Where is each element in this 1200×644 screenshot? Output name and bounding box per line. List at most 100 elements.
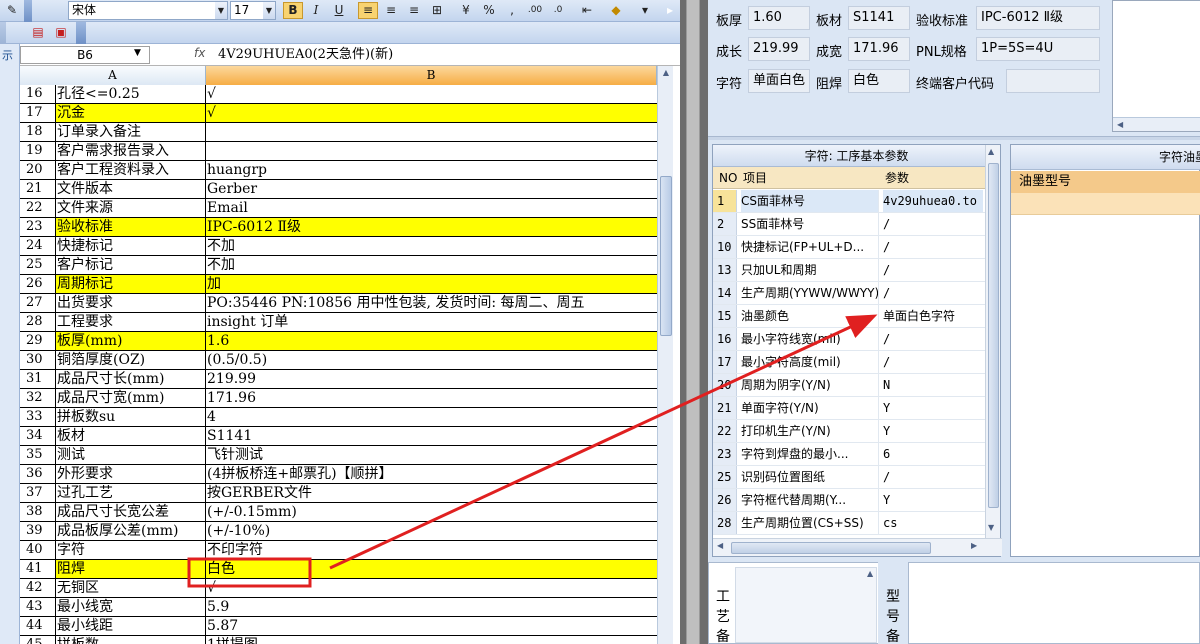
cell-a[interactable]: 无铜区 (56, 579, 206, 597)
cell-a[interactable]: 快捷标记 (56, 237, 206, 255)
table-row[interactable]: 42 无铜区 √ (20, 579, 657, 598)
param-item[interactable]: 只加UL和周期 (741, 259, 879, 281)
mask-field[interactable]: 白色 (848, 69, 910, 93)
cell-b[interactable]: S1141 (206, 427, 657, 445)
chevron-down-icon[interactable]: ▾ (635, 2, 655, 19)
row-number[interactable]: 18 (20, 123, 56, 141)
param-item[interactable]: 油墨颜色 (741, 305, 879, 327)
cell-b[interactable]: 219.99 (206, 370, 657, 388)
table-row[interactable]: 40 字符 不印字符 (20, 541, 657, 560)
cell-b[interactable]: (4拼板桥连+邮票孔)【顺拼】 (206, 465, 657, 483)
param-value[interactable]: / (883, 213, 983, 235)
row-number[interactable]: 45 (20, 636, 56, 644)
param-item[interactable]: 生产周期(YYWW/WWYY) (741, 282, 879, 304)
row-number[interactable]: 42 (20, 579, 56, 597)
pdf-mail-icon[interactable]: ▣ (51, 24, 71, 41)
horizontal-scrollbar[interactable]: ◀ (1113, 117, 1200, 131)
param-item[interactable]: 最小字符高度(mil) (741, 351, 879, 373)
param-value[interactable]: 4v29uhuea0.to (883, 190, 983, 212)
param-row[interactable]: 10 快捷标记(FP+UL+D... / (713, 236, 985, 259)
param-row[interactable]: 21 单面字符(Y/N) Y (713, 397, 985, 420)
param-row[interactable]: 26 字符框代替周期(Y... Y (713, 489, 985, 512)
row-number[interactable]: 32 (20, 389, 56, 407)
scroll-thumb[interactable] (988, 163, 999, 508)
param-item[interactable]: SS面菲林号 (741, 213, 879, 235)
cell-a[interactable]: 拼板数su (56, 408, 206, 426)
cell-b[interactable]: 不加 (206, 256, 657, 274)
cell-a[interactable]: 验收标准 (56, 218, 206, 236)
cell-a[interactable]: 最小线距 (56, 617, 206, 635)
param-value[interactable]: / (883, 328, 983, 350)
spreadsheet-grid[interactable]: 16 孔径<=0.25 √ 17 沉金 √ 18 订单录入备注 19 客户需求报告录入 20 客户工程… (20, 85, 657, 644)
param-value[interactable]: / (883, 282, 983, 304)
param-row[interactable]: 15 油墨颜色 单面白色字符 (713, 305, 985, 328)
param-row[interactable]: 28 生产周期位置(CS+SS) cs (713, 512, 985, 535)
cell-b[interactable]: 5.87 (206, 617, 657, 635)
align-center-button[interactable]: ≡ (381, 2, 401, 19)
horizontal-scrollbar[interactable]: ◀ ▶ (713, 538, 1002, 556)
percent-button[interactable]: % (479, 2, 499, 19)
table-row[interactable]: 16 孔径<=0.25 √ (20, 85, 657, 104)
param-row[interactable]: 2 SS面菲林号 / (713, 213, 985, 236)
row-number[interactable]: 22 (20, 199, 56, 217)
window-splitter[interactable] (680, 0, 708, 644)
cell-a[interactable]: 板厚(mm) (56, 332, 206, 350)
row-number[interactable]: 40 (20, 541, 56, 559)
param-row[interactable]: 20 周期为阴字(Y/N) N (713, 374, 985, 397)
row-number[interactable]: 24 (20, 237, 56, 255)
param-row[interactable]: 22 打印机生产(Y/N) Y (713, 420, 985, 443)
cell-b[interactable]: 按GERBER文件 (206, 484, 657, 502)
param-value[interactable]: cs (883, 512, 983, 534)
thickness-field[interactable]: 1.60 (748, 6, 810, 30)
row-number[interactable]: 44 (20, 617, 56, 635)
table-row[interactable]: 37 过孔工艺 按GERBER文件 (20, 484, 657, 503)
param-value[interactable]: Y (883, 420, 983, 442)
cell-b[interactable]: 4 (206, 408, 657, 426)
cell-a[interactable]: 出货要求 (56, 294, 206, 312)
table-row[interactable]: 41 阻焊 白色 (20, 560, 657, 579)
row-number[interactable]: 28 (20, 313, 56, 331)
param-value[interactable]: / (883, 351, 983, 373)
param-no[interactable]: 16 (713, 328, 737, 350)
col-no[interactable]: NO (719, 167, 737, 189)
param-value[interactable]: / (883, 236, 983, 258)
row-number[interactable]: 27 (20, 294, 56, 312)
cell-b[interactable]: PO:35446 PN:10856 用中性包装, 发货时间: 每周二、周五 (206, 294, 657, 312)
row-number[interactable]: 37 (20, 484, 56, 502)
cell-a[interactable]: 最小线宽 (56, 598, 206, 616)
row-number[interactable]: 31 (20, 370, 56, 388)
table-row[interactable]: 28 工程要求 insight 订单 (20, 313, 657, 332)
scroll-up-icon[interactable]: ▲ (658, 66, 674, 80)
chevron-down-icon[interactable]: ▼ (215, 2, 227, 19)
cell-a[interactable]: 文件版本 (56, 180, 206, 198)
param-row[interactable]: 25 识别码位置图纸 / (713, 466, 985, 489)
indent-button[interactable]: ⇤ (577, 2, 597, 19)
table-row[interactable]: 18 订单录入备注 (20, 123, 657, 142)
font-size-select[interactable]: 17 ▼ (230, 1, 276, 20)
cell-a[interactable]: 沉金 (56, 104, 206, 122)
table-row[interactable]: 20 客户工程资料录入 huangrp (20, 161, 657, 180)
scroll-left-icon[interactable]: ◀ (717, 541, 723, 550)
table-row[interactable]: 21 文件版本 Gerber (20, 180, 657, 199)
fill-color-icon[interactable]: ◆ (606, 2, 626, 19)
toolbar-options-icon[interactable]: ▸ (660, 2, 680, 19)
name-box[interactable]: B6 (20, 46, 150, 64)
scroll-thumb[interactable] (731, 542, 931, 554)
cell-a[interactable]: 文件来源 (56, 199, 206, 217)
row-number[interactable]: 38 (20, 503, 56, 521)
param-item[interactable]: 快捷标记(FP+UL+D... (741, 236, 879, 258)
scroll-thumb[interactable] (660, 176, 672, 336)
align-right-button[interactable]: ≡ (404, 2, 424, 19)
table-row[interactable]: 27 出货要求 PO:35446 PN:10856 用中性包装, 发货时间: 每周二… (20, 294, 657, 313)
table-row[interactable]: 29 板厚(mm) 1.6 (20, 332, 657, 351)
param-no[interactable]: 22 (713, 420, 737, 442)
param-value[interactable]: / (883, 259, 983, 281)
cell-b[interactable]: 1.6 (206, 332, 657, 350)
cell-a[interactable]: 成品尺寸宽(mm) (56, 389, 206, 407)
param-no[interactable]: 23 (713, 443, 737, 465)
cell-b[interactable]: IPC-6012 Ⅱ级 (206, 218, 657, 236)
table-row[interactable]: 30 铜箔厚度(OZ) (0.5/0.5) (20, 351, 657, 370)
scroll-right-icon[interactable]: ▶ (971, 541, 977, 550)
cell-b[interactable] (206, 142, 657, 160)
process-notes-input[interactable] (735, 567, 877, 643)
